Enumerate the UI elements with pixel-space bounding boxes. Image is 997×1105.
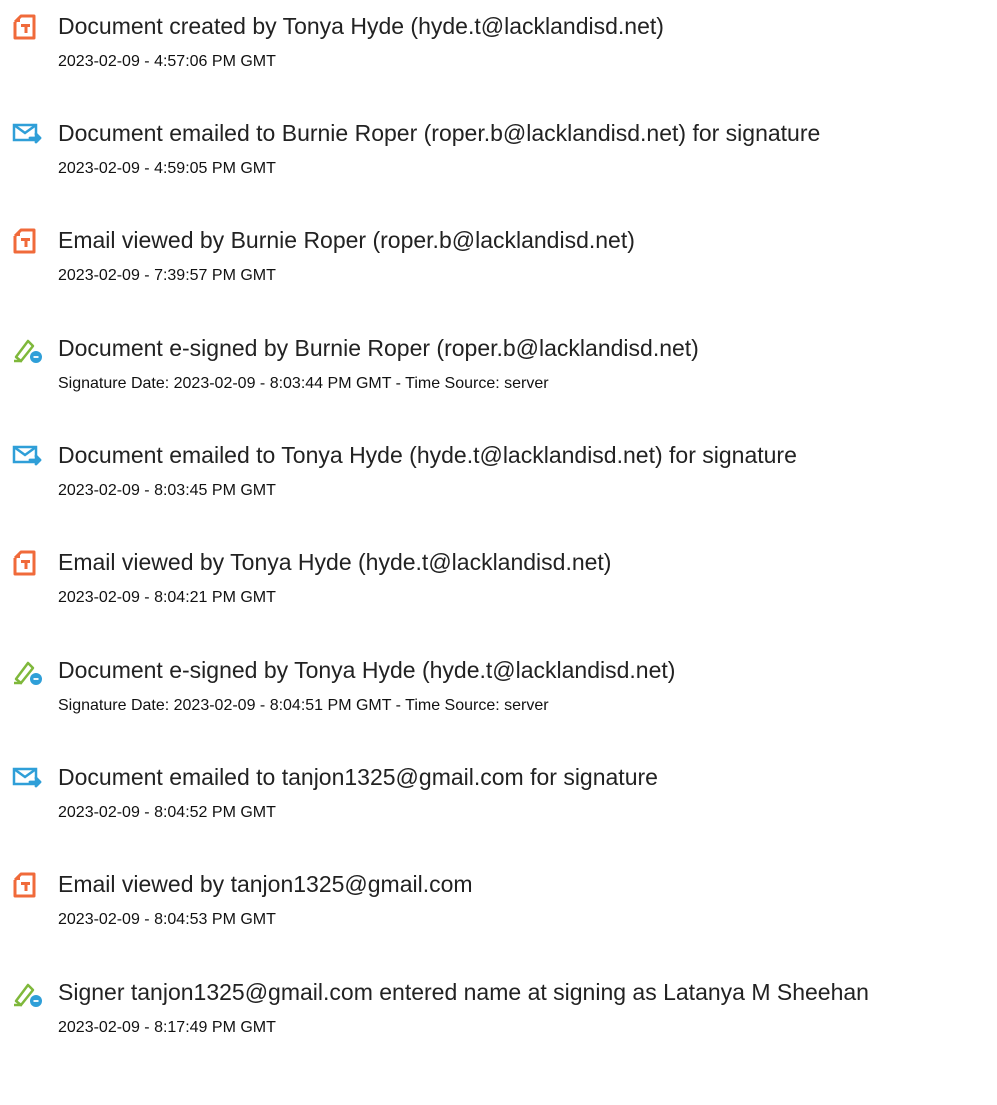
document-icon — [12, 227, 44, 255]
event-title: Email viewed by tanjon1325@gmail.com — [58, 871, 473, 897]
event-timestamp: 2023-02-09 - 8:03:45 PM GMT — [58, 482, 276, 499]
event-title: Email viewed by Tonya Hyde (hyde.t@lackl… — [58, 549, 612, 575]
event-signature-date: Signature Date: 2023-02-09 - 8:03:44 PM … — [58, 375, 549, 392]
audit-event: Document emailed to Burnie Roper (roper.… — [0, 116, 997, 196]
event-title: Email viewed by Burnie Roper (roper.b@la… — [58, 227, 635, 253]
event-timestamp: 2023-02-09 - 7:39:57 PM GMT — [58, 267, 276, 284]
audit-event: Document e-signed by Tonya Hyde (hyde.t@… — [0, 653, 997, 733]
audit-event: Document e-signed by Burnie Roper (roper… — [0, 331, 997, 411]
audit-event: Document emailed to tanjon1325@gmail.com… — [0, 760, 997, 840]
event-title: Signer tanjon1325@gmail.com entered name… — [58, 979, 869, 1005]
audit-event: Document created by Tonya Hyde (hyde.t@l… — [0, 9, 997, 89]
event-timestamp: 2023-02-09 - 4:59:05 PM GMT — [58, 160, 276, 177]
event-timestamp: 2023-02-09 - 8:04:53 PM GMT — [58, 911, 276, 928]
audit-event: Signer tanjon1325@gmail.com entered name… — [0, 975, 997, 1055]
audit-event: Email viewed by tanjon1325@gmail.com 202… — [0, 867, 997, 947]
audit-event: Document emailed to Tonya Hyde (hyde.t@l… — [0, 438, 997, 518]
signature-icon — [12, 979, 44, 1007]
email-icon — [12, 120, 44, 148]
document-icon — [12, 871, 44, 899]
event-title: Document emailed to Burnie Roper (roper.… — [58, 120, 821, 146]
audit-event: Email viewed by Burnie Roper (roper.b@la… — [0, 223, 997, 303]
event-title: Document emailed to Tonya Hyde (hyde.t@l… — [58, 442, 797, 468]
event-title: Document emailed to tanjon1325@gmail.com… — [58, 764, 658, 790]
document-icon — [12, 13, 44, 41]
event-title: Document created by Tonya Hyde (hyde.t@l… — [58, 13, 664, 39]
audit-event: Email viewed by Tonya Hyde (hyde.t@lackl… — [0, 545, 997, 625]
event-title: Document e-signed by Tonya Hyde (hyde.t@… — [58, 657, 676, 683]
event-timestamp: 2023-02-09 - 4:57:06 PM GMT — [58, 53, 276, 70]
event-signature-date: Signature Date: 2023-02-09 - 8:04:51 PM … — [58, 697, 549, 714]
email-icon — [12, 764, 44, 792]
event-title: Document e-signed by Burnie Roper (roper… — [58, 335, 699, 361]
document-icon — [12, 549, 44, 577]
event-timestamp: 2023-02-09 - 8:04:21 PM GMT — [58, 589, 276, 606]
email-icon — [12, 442, 44, 470]
signature-icon — [12, 335, 44, 363]
signature-icon — [12, 657, 44, 685]
event-timestamp: 2023-02-09 - 8:04:52 PM GMT — [58, 804, 276, 821]
event-timestamp: 2023-02-09 - 8:17:49 PM GMT — [58, 1019, 276, 1036]
